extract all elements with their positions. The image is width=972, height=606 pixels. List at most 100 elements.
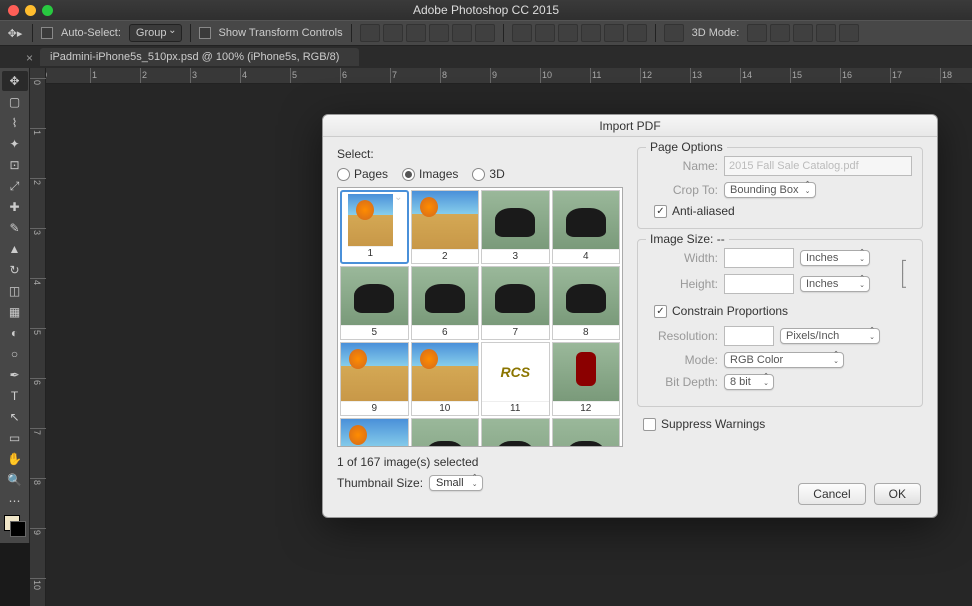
align-icon[interactable] xyxy=(452,24,472,42)
distribute-icon[interactable] xyxy=(627,24,647,42)
close-tab-icon[interactable]: × xyxy=(26,51,33,65)
align-icon[interactable] xyxy=(406,24,426,42)
name-label: Name: xyxy=(648,159,718,173)
showtransform-checkbox[interactable] xyxy=(199,27,211,39)
type-tool[interactable]: T xyxy=(2,386,28,406)
constrain-checkbox[interactable] xyxy=(654,305,667,318)
cancel-button[interactable]: Cancel xyxy=(798,483,865,505)
thumbnail-item[interactable]: RCS11 xyxy=(481,342,550,416)
hand-tool[interactable]: ✋ xyxy=(2,449,28,469)
autoselect-checkbox[interactable] xyxy=(41,27,53,39)
radio-3d-label: 3D xyxy=(489,167,504,181)
misc-tool[interactable]: ⋯ xyxy=(2,491,28,511)
thumbnail-item[interactable]: 2 xyxy=(411,190,480,264)
auto-align-icon[interactable] xyxy=(664,24,684,42)
3d-icon[interactable] xyxy=(770,24,790,42)
thumbnail-item[interactable]: 1 xyxy=(340,190,409,264)
brush-tool[interactable]: ✎ xyxy=(2,218,28,238)
wand-tool[interactable]: ✦ xyxy=(2,134,28,154)
autoselect-dropdown[interactable]: Group xyxy=(129,24,182,42)
align-icon[interactable] xyxy=(429,24,449,42)
radio-images-label: Images xyxy=(419,167,458,181)
radio-3d[interactable]: 3D xyxy=(472,167,504,181)
align-icon[interactable] xyxy=(383,24,403,42)
thumbnail-item[interactable]: 4 xyxy=(552,190,621,264)
thumbsize-select[interactable]: Small xyxy=(429,475,483,491)
thumbnail-item[interactable]: 6 xyxy=(411,266,480,340)
ok-button[interactable]: OK xyxy=(874,483,921,505)
name-field[interactable] xyxy=(724,156,912,176)
width-field[interactable] xyxy=(724,248,794,268)
color-swatches[interactable] xyxy=(4,515,26,537)
thumbnail-item[interactable] xyxy=(340,418,409,447)
resolution-field[interactable] xyxy=(724,326,774,346)
eraser-tool[interactable]: ◫ xyxy=(2,281,28,301)
3d-icon[interactable] xyxy=(747,24,767,42)
height-field[interactable] xyxy=(724,274,794,294)
thumbnail-item[interactable]: 12 xyxy=(552,342,621,416)
suppress-checkbox[interactable] xyxy=(643,418,656,431)
history-brush-tool[interactable]: ↻ xyxy=(2,260,28,280)
3d-icon[interactable] xyxy=(839,24,859,42)
eyedropper-tool[interactable]: ⤢ xyxy=(2,176,28,196)
background-color[interactable] xyxy=(10,521,26,537)
link-icon[interactable]: ⎡⎣ xyxy=(896,260,912,288)
thumbnail-grid[interactable]: 12345678910RCS1112 xyxy=(337,187,623,447)
ruler-vertical[interactable]: 012345678910 xyxy=(30,68,46,606)
shape-tool[interactable]: ▭ xyxy=(2,428,28,448)
distribute-icon[interactable] xyxy=(558,24,578,42)
mode-select[interactable]: RGB Color xyxy=(724,352,844,368)
pen-tool[interactable]: ✒ xyxy=(2,365,28,385)
crop-label: Crop To: xyxy=(648,183,718,197)
crop-select[interactable]: Bounding Box xyxy=(724,182,816,198)
thumbnail-item[interactable]: 8 xyxy=(552,266,621,340)
blur-tool[interactable]: ◐ xyxy=(2,323,28,343)
stamp-tool[interactable]: ▲ xyxy=(2,239,28,259)
thumbnail-item[interactable]: 9 xyxy=(340,342,409,416)
distribute-icon[interactable] xyxy=(581,24,601,42)
move-tool-icon[interactable]: ✥▸ xyxy=(6,24,24,42)
align-icon[interactable] xyxy=(475,24,495,42)
thumbnail-item[interactable] xyxy=(481,418,550,447)
thumbnail-number: 8 xyxy=(553,325,620,339)
thumbnail-number: 3 xyxy=(482,249,549,263)
thumbnail-item[interactable]: 3 xyxy=(481,190,550,264)
thumbnail-item[interactable]: 7 xyxy=(481,266,550,340)
distribute-icon[interactable] xyxy=(604,24,624,42)
antialiased-checkbox[interactable] xyxy=(654,205,667,218)
radio-images[interactable]: Images xyxy=(402,167,458,181)
divider xyxy=(190,24,191,42)
thumbnail-number: 5 xyxy=(341,325,408,339)
width-unit-select[interactable]: Inches xyxy=(800,250,870,266)
radio-pages[interactable]: Pages xyxy=(337,167,388,181)
marquee-tool[interactable]: ▢ xyxy=(2,92,28,112)
thumbnail-item[interactable]: 5 xyxy=(340,266,409,340)
thumbsize-label: Thumbnail Size: xyxy=(337,476,423,490)
gradient-tool[interactable]: ▦ xyxy=(2,302,28,322)
move-tool[interactable]: ✥ xyxy=(2,71,28,91)
ruler-horizontal[interactable]: 0123456789101112131415161718 xyxy=(30,68,972,84)
crop-tool[interactable]: ⊡ xyxy=(2,155,28,175)
zoom-tool[interactable]: 🔍 xyxy=(2,470,28,490)
3d-icon[interactable] xyxy=(816,24,836,42)
thumbnail-item[interactable] xyxy=(411,418,480,447)
distribute-icon[interactable] xyxy=(512,24,532,42)
heal-tool[interactable]: ✚ xyxy=(2,197,28,217)
resolution-unit-select[interactable]: Pixels/Inch xyxy=(780,328,880,344)
3d-icon[interactable] xyxy=(793,24,813,42)
autoselect-label: Auto-Select: xyxy=(61,27,121,39)
path-tool[interactable]: ↖ xyxy=(2,407,28,427)
options-bar: ✥▸ Auto-Select: Group Show Transform Con… xyxy=(0,20,972,46)
distribute-icon[interactable] xyxy=(535,24,555,42)
lasso-tool[interactable]: ⌇ xyxy=(2,113,28,133)
showtransform-label: Show Transform Controls xyxy=(219,27,343,39)
align-icon[interactable] xyxy=(360,24,380,42)
toolbox: ✥ ▢ ⌇ ✦ ⊡ ⤢ ✚ ✎ ▲ ↻ ◫ ▦ ◐ ○ ✒ T ↖ ▭ ✋ 🔍 … xyxy=(0,68,30,543)
bitdepth-select[interactable]: 8 bit xyxy=(724,374,774,390)
height-unit-select[interactable]: Inches xyxy=(800,276,870,292)
thumbnail-number: 1 xyxy=(348,246,393,260)
thumbnail-item[interactable] xyxy=(552,418,621,447)
document-tab[interactable]: × iPadmini-iPhone5s_510px.psd @ 100% (iP… xyxy=(40,48,359,66)
thumbnail-item[interactable]: 10 xyxy=(411,342,480,416)
dodge-tool[interactable]: ○ xyxy=(2,344,28,364)
